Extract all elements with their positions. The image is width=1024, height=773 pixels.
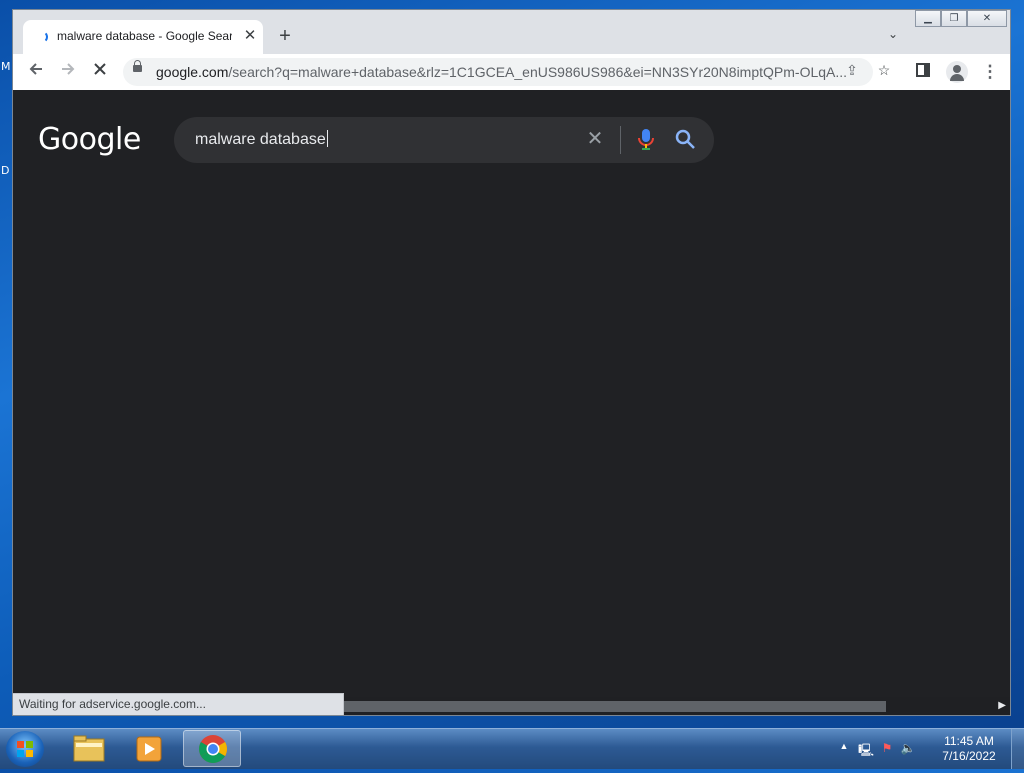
show-desktop-button[interactable] xyxy=(1011,729,1024,769)
clear-search-icon[interactable]: ✕ xyxy=(584,128,606,150)
clock-time: 11:45 AM xyxy=(944,734,994,748)
loading-spinner-icon xyxy=(36,31,48,43)
text-cursor xyxy=(326,130,328,147)
clock[interactable]: 11:45 AM 7/16/2022 xyxy=(938,734,1000,764)
windows-logo-icon xyxy=(17,741,33,757)
chrome-icon xyxy=(199,735,227,763)
url-text[interactable]: google.com/search?q=malware+database&rlz… xyxy=(156,64,846,80)
toolbar: google.com/search?q=malware+database&rlz… xyxy=(13,54,1010,90)
tab-title: malware database - Google Search xyxy=(57,29,232,43)
browser-window: malware database - Google Search ✕ + ⌄ ▁… xyxy=(12,9,1011,716)
tab-active[interactable]: malware database - Google Search ✕ xyxy=(23,20,263,54)
tab-strip: malware database - Google Search ✕ + ⌄ ▁… xyxy=(13,10,1010,54)
tab-search-chevron-icon[interactable]: ⌄ xyxy=(883,27,903,47)
back-arrow-icon xyxy=(29,63,42,75)
show-hidden-icons-icon[interactable]: ▲ xyxy=(836,741,852,757)
search-input[interactable]: malware database xyxy=(195,130,328,149)
menu-kebab-icon[interactable]: ⋮ xyxy=(977,60,1003,84)
desktop-label-fragment: D xyxy=(1,164,10,177)
media-player-icon xyxy=(136,736,162,762)
scrollbar-thumb[interactable] xyxy=(344,701,886,712)
clock-date: 7/16/2022 xyxy=(942,749,996,763)
voice-search-mic-icon[interactable] xyxy=(636,128,656,152)
taskbar-media-player[interactable] xyxy=(120,730,178,767)
minimize-button[interactable]: ▁ xyxy=(915,10,941,27)
status-bubble: Waiting for adservice.google.com... xyxy=(13,693,344,715)
tab-close-icon[interactable]: ✕ xyxy=(240,26,260,46)
forward-button[interactable] xyxy=(55,60,81,84)
horizontal-scrollbar[interactable]: ▶ xyxy=(344,697,1010,715)
network-icon[interactable]: 🖳 xyxy=(858,741,874,757)
folder-icon xyxy=(73,735,105,762)
bookmark-star-icon[interactable]: ☆ xyxy=(874,62,894,82)
side-panel-button[interactable] xyxy=(910,60,936,84)
lock-icon xyxy=(133,60,142,72)
taskbar: ▲ 🖳 ⚑ 🔈 11:45 AM 7/16/2022 xyxy=(0,728,1024,769)
taskbar-explorer[interactable] xyxy=(60,730,118,767)
scroll-right-arrow-icon[interactable]: ▶ xyxy=(998,700,1006,711)
taskbar-chrome[interactable] xyxy=(183,730,241,767)
back-button[interactable] xyxy=(23,60,49,84)
search-divider xyxy=(620,126,621,154)
profile-avatar[interactable] xyxy=(946,61,968,83)
google-logo[interactable]: Google xyxy=(38,122,141,157)
share-icon[interactable]: ⇪ xyxy=(842,62,862,82)
stop-button[interactable] xyxy=(87,60,113,84)
stop-icon xyxy=(94,63,106,75)
close-window-button[interactable]: ✕ xyxy=(967,10,1007,27)
search-box[interactable]: malware database ✕ xyxy=(174,117,714,163)
system-tray: ▲ 🖳 ⚑ 🔈 11:45 AM 7/16/2022 xyxy=(834,729,1024,769)
forward-arrow-icon xyxy=(62,63,75,75)
restore-button[interactable]: ❐ xyxy=(941,10,967,27)
new-tab-button[interactable]: + xyxy=(273,25,297,49)
address-bar[interactable]: google.com/search?q=malware+database&rlz… xyxy=(123,58,890,86)
page-content: Google malware database ✕ xyxy=(13,90,1010,697)
search-submit-icon[interactable] xyxy=(674,128,698,152)
volume-icon[interactable]: 🔈 xyxy=(900,741,916,757)
side-panel-icon xyxy=(916,63,930,77)
desktop-label-fragment: M xyxy=(1,60,11,73)
start-button[interactable] xyxy=(6,731,44,767)
action-center-flag-icon[interactable]: ⚑ xyxy=(879,741,895,757)
